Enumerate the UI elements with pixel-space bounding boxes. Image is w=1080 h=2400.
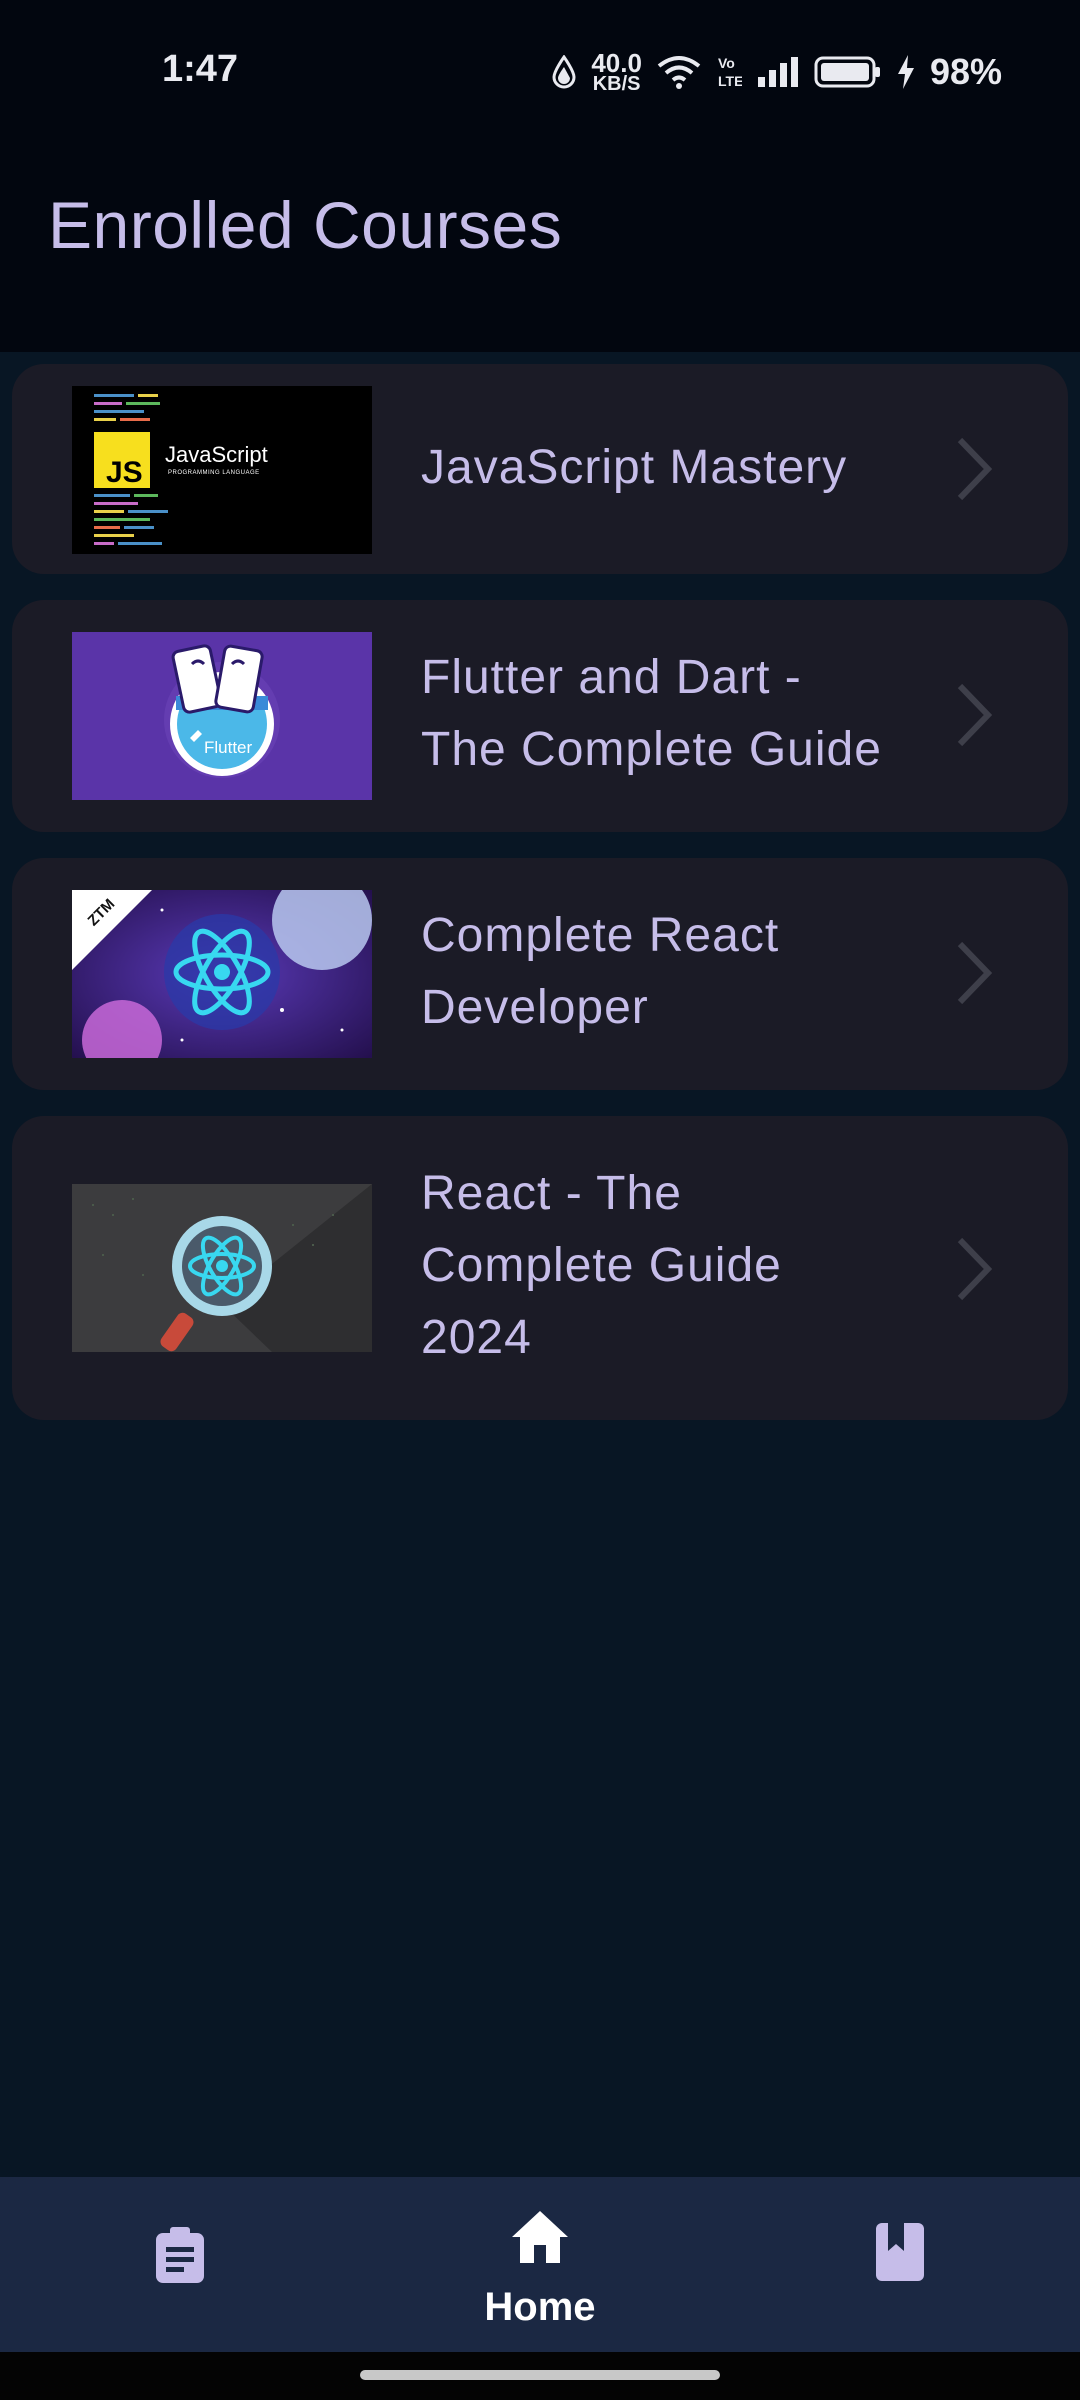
status-time: 1:47 [162,48,239,90]
charging-icon [897,55,914,89]
svg-text:LTE: LTE [718,73,742,89]
course-title-line: 2024 [421,1311,532,1364]
status-icons: 40.0 KB/S Vo LTE 98% [551,46,1002,98]
bottom-navigation: Home [0,2177,1080,2352]
battery-icon [814,56,880,88]
course-title-line: Complete Guide [421,1239,782,1292]
data-saver-icon [552,55,576,89]
status-bar: 1:47 40.0 KB/S Vo LTE 98% [0,0,1080,145]
home-icon [512,2211,568,2263]
course-card-react-complete-guide[interactable]: React - The Complete Guide 2024 [12,1116,1068,1420]
course-title: React - The Complete Guide 2024 [421,1158,941,1374]
course-title: JavaScript Mastery [421,432,941,504]
svg-text:Vo: Vo [718,55,735,71]
signal-icon [757,57,798,87]
app-bar: Enrolled Courses [0,145,1080,352]
course-title: Complete React Developer [421,900,941,1044]
chevron-right-icon [957,437,993,501]
home-gesture-handle[interactable] [360,2370,720,2380]
flutter-logo-text: Flutter [204,738,253,757]
course-title-line: Complete React [421,909,780,962]
course-title-line: Developer [421,981,649,1034]
wifi-icon [657,56,701,89]
volte-icon: Vo LTE [718,55,742,89]
course-card-flutter-dart[interactable]: Flutter Flutter and Dart - The Complete … [12,600,1068,832]
chevron-right-icon [957,683,993,747]
assignment-icon [156,2227,204,2283]
battery-percent: 98% [929,51,1002,92]
chevron-right-icon [957,941,993,1005]
course-thumbnail-react-guide [72,1184,372,1352]
course-title-line: React - The [421,1167,682,1220]
page-title: Enrolled Courses [48,188,563,262]
gesture-bar [0,2352,1080,2400]
nav-item-home[interactable]: Home [420,2177,660,2352]
js-badge-text: JS [106,456,143,489]
javascript-logo-text: JavaScript [165,442,268,467]
course-title: Flutter and Dart - The Complete Guide [421,642,941,786]
course-title-line: The Complete Guide [421,723,882,776]
net-speed-unit: KB/S [592,73,641,95]
bookmark-book-icon [876,2223,924,2281]
course-card-complete-react-developer[interactable]: ZTM Complete React Developer [12,858,1068,1090]
chevron-right-icon [957,1237,993,1301]
course-thumbnail-react-developer: ZTM [72,890,372,1058]
nav-item-assignments[interactable] [60,2177,300,2352]
course-title-line: JavaScript Mastery [421,441,848,494]
course-card-javascript-mastery[interactable]: JS JavaScript PROGRAMMING LANGUAGE JavaS… [12,364,1068,574]
javascript-logo-subtitle: PROGRAMMING LANGUAGE [168,470,260,476]
net-speed-value: 40.0 [591,48,642,78]
net-speed: 40.0 KB/S [591,48,642,95]
course-title-line: Flutter and Dart - [421,651,802,704]
course-thumbnail-javascript: JS JavaScript PROGRAMMING LANGUAGE [72,386,372,554]
nav-label-home: Home [484,2285,596,2329]
nav-item-library[interactable] [780,2177,1020,2352]
course-thumbnail-flutter: Flutter [72,632,372,800]
